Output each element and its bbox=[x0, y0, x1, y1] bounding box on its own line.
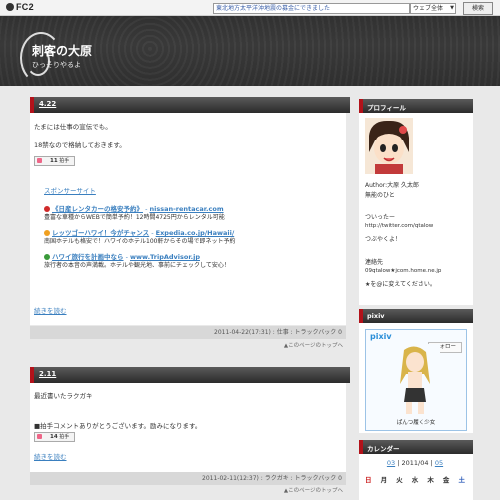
pixiv-panel: pixiv フォロー ぱんつ履く少女 bbox=[359, 323, 473, 433]
pixiv-widget[interactable]: pixiv フォロー ぱんつ履く少女 bbox=[365, 329, 467, 431]
twitter-url[interactable]: http://twitter.com/qtalow bbox=[365, 223, 433, 229]
entry-footer: 2011-02-11(12:37) : ラクガキ : トラックバック 0 bbox=[30, 472, 346, 485]
news-ticker-link[interactable]: 東北地方太平洋沖地震の募金にできました bbox=[213, 3, 410, 14]
site-subtitle: ひっそりやるよ bbox=[32, 61, 81, 69]
calendar-next-link[interactable]: 05 bbox=[435, 459, 443, 467]
ad-description: 南国ホテルも格安で！ハワイのホテル100軒からその場で即ネット予約 bbox=[44, 238, 236, 245]
ad-description: 旅行者の本音の声満載。ホテルや観光地、事前にチェックして安心！ bbox=[44, 262, 230, 269]
clap-icon bbox=[37, 433, 42, 439]
entry-title-link[interactable]: 4.22 bbox=[39, 100, 56, 108]
pixiv-caption: ぱんつ履く少女 bbox=[396, 420, 436, 426]
clap-button[interactable]: 14 拍手 bbox=[34, 432, 75, 442]
fc2-logo[interactable]: FC2 bbox=[6, 2, 34, 12]
fc2-logo-icon bbox=[6, 3, 14, 11]
chevron-down-icon: ▼ bbox=[450, 5, 454, 11]
readmore-link[interactable]: 続きを読む bbox=[34, 451, 67, 461]
calendar-nav: 03 | 2011/04 | 05 bbox=[386, 459, 444, 467]
sidebar-heading-profile: プロフィール bbox=[359, 99, 473, 113]
entry-title-bar: 4.22 bbox=[30, 97, 350, 113]
contact-label: 連絡先 bbox=[365, 259, 384, 266]
profile-desc: 無能のひと bbox=[365, 192, 395, 199]
entry-body: 最近書いたラクガキ ■拍手コメントありがとうございます。励みになります。 14 … bbox=[30, 383, 346, 472]
site-title[interactable]: 刺客の大原 bbox=[32, 42, 92, 59]
entry-footer: 2011-04-22(17:31) : 仕事 : トラックバック 0 bbox=[30, 326, 346, 339]
sponsor-link[interactable]: スポンサーサイト bbox=[44, 185, 96, 195]
clap-count: 11 bbox=[50, 158, 58, 164]
entry-text: 18禁なので格納しておきます。 bbox=[34, 141, 126, 149]
page-top-link[interactable]: ▲このページのトップへ bbox=[30, 341, 346, 352]
entry-text: 最近書いたラクガキ bbox=[34, 392, 93, 400]
entry-text: たまには仕事の宣伝でも。 bbox=[34, 123, 112, 131]
clap-button[interactable]: 11 拍手 bbox=[34, 156, 75, 166]
entry-body: たまには仕事の宣伝でも。 18禁なので格納しておきます。 11 拍手 スポンサー… bbox=[30, 113, 346, 325]
search-button[interactable]: 検索 bbox=[463, 2, 493, 15]
sidebar-heading-pixiv: pixiv bbox=[359, 309, 473, 323]
calendar-prev-link[interactable]: 03 bbox=[387, 459, 395, 467]
pixiv-logo: pixiv bbox=[370, 332, 392, 341]
readmore-link[interactable]: 続きを読む bbox=[34, 305, 67, 315]
twitter-label: ついったー bbox=[365, 214, 396, 221]
fc2-toolbar: FC2 東北地方太平洋沖地震の募金にできました ウェブ全体 ▼ 検索 bbox=[0, 0, 500, 16]
ad-description: 豊富な車種からWEBで簡単予約！12時間4725円からレンタル可能 bbox=[44, 214, 225, 221]
calendar-current-month: 2011/04 bbox=[401, 459, 429, 467]
entry-text: ■拍手コメントありがとうございます。励みになります。 bbox=[34, 422, 202, 430]
calendar-weekdays: 日 月 火 水 木 金 土 bbox=[365, 476, 465, 484]
clap-count: 14 bbox=[50, 434, 58, 440]
clap-icon bbox=[37, 157, 42, 163]
calendar-panel: 03 | 2011/04 | 05 日 月 火 水 木 金 土 bbox=[359, 454, 473, 500]
contact-note: ★を@に変えてください。 bbox=[365, 281, 436, 288]
twitter-note: つぶやくよ！ bbox=[365, 236, 402, 243]
pixiv-thumbnail[interactable] bbox=[390, 344, 440, 416]
search-scope-select[interactable]: ウェブ全体 ▼ bbox=[410, 3, 456, 14]
contact-mail: 09qtalow★jcom.home.ne.jp bbox=[365, 268, 442, 274]
entry-title-link[interactable]: 2.11 bbox=[39, 370, 56, 378]
avatar bbox=[365, 118, 413, 174]
entry-title-bar: 2.11 bbox=[30, 367, 350, 383]
profile-author: Author:大原 久太郎 bbox=[365, 182, 420, 189]
sidebar-heading-calendar: カレンダー bbox=[359, 440, 473, 454]
page-top-link[interactable]: ▲このページのトップへ bbox=[30, 486, 346, 497]
profile-panel: Author:大原 久太郎 無能のひと ついったー http://twitter… bbox=[359, 113, 473, 305]
